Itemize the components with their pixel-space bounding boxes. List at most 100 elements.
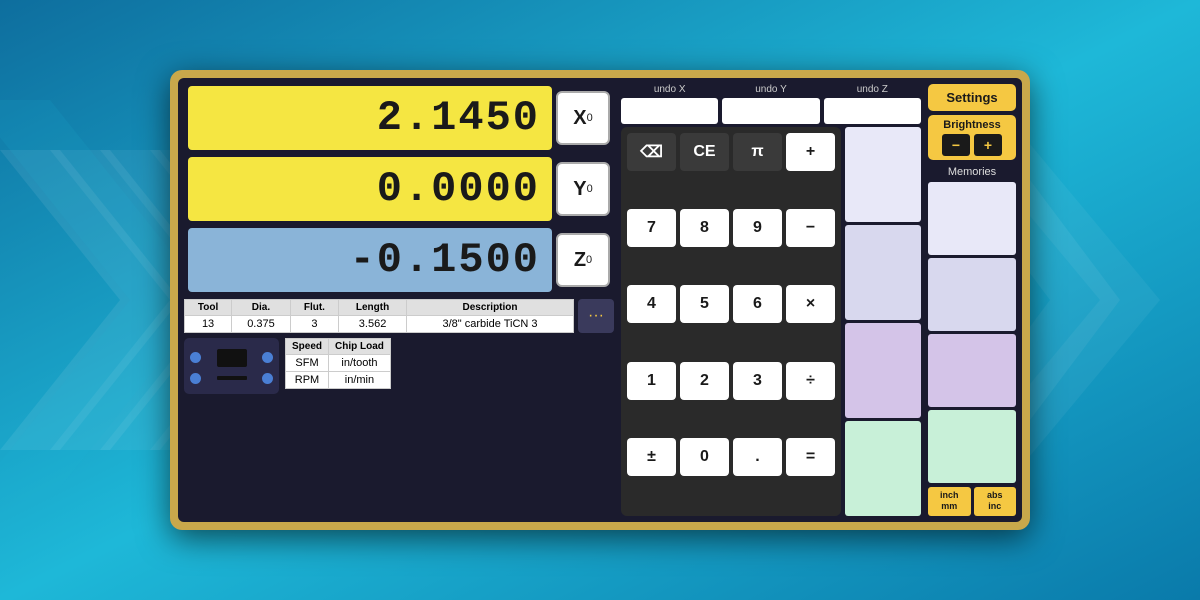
memory-3[interactable] (845, 323, 921, 418)
brightness-label: Brightness (943, 119, 1000, 131)
numpad-button-0[interactable]: ⌫ (627, 133, 676, 171)
numpad-button-16[interactable]: ± (627, 438, 676, 476)
tool-info-area: Tool Dia. Flut. Length Description 13 (184, 299, 614, 333)
undo-row: undo X undo Y undo Z (619, 84, 923, 95)
undo-x-box[interactable] (621, 98, 718, 124)
numpad-button-2[interactable]: π (733, 133, 782, 171)
numpad-button-12[interactable]: 1 (627, 362, 676, 400)
col-tool: Tool (185, 300, 232, 316)
brightness-section: Brightness − + (928, 115, 1016, 160)
numpad-button-14[interactable]: 3 (733, 362, 782, 400)
dro-inner: 2.1450 X0 0.0000 Y0 (178, 78, 1022, 522)
numpad-button-17[interactable]: 0 (680, 438, 729, 476)
dot-left-top (190, 352, 201, 363)
col-length: Length (339, 300, 407, 316)
numpad-button-15[interactable]: ÷ (786, 362, 835, 400)
speed-value-box (217, 349, 247, 367)
speed-bar (217, 376, 247, 380)
right-memory-2[interactable] (928, 258, 1016, 331)
center-panel: undo X undo Y undo Z ⌫CEπ+789− 456× 123÷ ±0… (619, 84, 923, 516)
y-value-bg: 0.0000 (188, 157, 552, 221)
right-memory-4[interactable] (928, 410, 1016, 483)
numpad: ⌫CEπ+789− 456× 123÷ ±0.= (621, 127, 841, 516)
y-value: 0.0000 (377, 165, 540, 213)
numpad-button-19[interactable]: = (786, 438, 835, 476)
col-dia: Dia. (232, 300, 291, 316)
numpad-button-3[interactable]: + (786, 133, 835, 171)
tool-flut: 3 (290, 316, 338, 333)
z-axis-row: -0.1500 Z0 (184, 226, 614, 294)
z-zero-button[interactable]: Z0 (556, 233, 610, 287)
abs-inc-button[interactable]: abs inc (974, 487, 1017, 516)
dot-right-bottom (262, 373, 273, 384)
tool-dia: 0.375 (232, 316, 291, 333)
tool-more-button[interactable]: ··· (578, 299, 614, 333)
memories-label: Memories (928, 166, 1016, 178)
brightness-minus-button[interactable]: − (942, 134, 970, 156)
sfm-label: SFM (286, 355, 329, 372)
memory-column (845, 127, 921, 516)
inch-mm-button[interactable]: inch mm (928, 487, 971, 516)
memory-4[interactable] (845, 421, 921, 516)
tool-table: Tool Dia. Flut. Length Description 13 (184, 299, 574, 333)
numpad-button-5[interactable]: 8 (680, 209, 729, 247)
z-sub: 0 (586, 254, 592, 266)
x-zero-button[interactable]: X0 (556, 91, 610, 145)
speed-area: Speed Chip Load SFM in/tooth R (184, 338, 614, 394)
numpad-button-7[interactable]: − (786, 209, 835, 247)
undo-boxes-row (619, 98, 923, 124)
speed-dots-row2 (190, 373, 273, 384)
numpad-button-6[interactable]: 9 (733, 209, 782, 247)
tool-number: 13 (185, 316, 232, 333)
x-axis-row: 2.1450 X0 (184, 84, 614, 152)
numpad-button-13[interactable]: 2 (680, 362, 729, 400)
undo-x-label: undo X (621, 84, 718, 95)
speed-header: Speed (286, 339, 329, 355)
z-value: -0.1500 (350, 236, 540, 284)
right-panel: Settings Brightness − + Memories (928, 84, 1016, 516)
speed-table: Speed Chip Load SFM in/tooth R (285, 338, 391, 389)
y-axis-row: 0.0000 Y0 (184, 155, 614, 223)
brightness-plus-button[interactable]: + (974, 134, 1002, 156)
x-value: 2.1450 (377, 94, 540, 142)
numpad-button-11[interactable]: × (786, 285, 835, 323)
x-value-bg: 2.1450 (188, 86, 552, 150)
panel-layout: 2.1450 X0 0.0000 Y0 (184, 84, 1016, 516)
memory-2[interactable] (845, 225, 921, 320)
tool-desc: 3/8" carbide TiCN 3 (407, 316, 574, 333)
speed-display (184, 338, 279, 394)
chip1-label: in/tooth (329, 355, 391, 372)
undo-z-box[interactable] (824, 98, 921, 124)
chip2-label: in/min (329, 372, 391, 389)
dro-frame: 2.1450 X0 0.0000 Y0 (170, 70, 1030, 530)
memory-1[interactable] (845, 127, 921, 222)
undo-y-box[interactable] (722, 98, 819, 124)
undo-y-label: undo Y (722, 84, 819, 95)
rpm-label: RPM (286, 372, 329, 389)
dot-left-bottom (190, 373, 201, 384)
numpad-button-4[interactable]: 7 (627, 209, 676, 247)
numpad-button-8[interactable]: 4 (627, 285, 676, 323)
x-sub: 0 (587, 112, 593, 124)
numpad-button-18[interactable]: . (733, 438, 782, 476)
speed-dots-row (190, 349, 273, 367)
y-zero-button[interactable]: Y0 (556, 162, 610, 216)
unit-buttons-row: inch mm abs inc (928, 487, 1016, 516)
z-value-bg: -0.1500 (188, 228, 552, 292)
numpad-button-1[interactable]: CE (680, 133, 729, 171)
undo-z-label: undo Z (824, 84, 921, 95)
settings-button[interactable]: Settings (928, 84, 1016, 111)
right-memory-3[interactable] (928, 334, 1016, 407)
brightness-buttons: − + (942, 134, 1002, 156)
col-desc: Description (407, 300, 574, 316)
right-memory-1[interactable] (928, 182, 1016, 255)
col-flut: Flut. (290, 300, 338, 316)
chip-header: Chip Load (329, 339, 391, 355)
memories-center-area: ⌫CEπ+789− 456× 123÷ ±0.= (619, 127, 923, 516)
dot-right-top (262, 352, 273, 363)
tool-length: 3.562 (339, 316, 407, 333)
left-panel: 2.1450 X0 0.0000 Y0 (184, 84, 614, 516)
numpad-button-9[interactable]: 5 (680, 285, 729, 323)
numpad-button-10[interactable]: 6 (733, 285, 782, 323)
right-memory-boxes (928, 182, 1016, 483)
